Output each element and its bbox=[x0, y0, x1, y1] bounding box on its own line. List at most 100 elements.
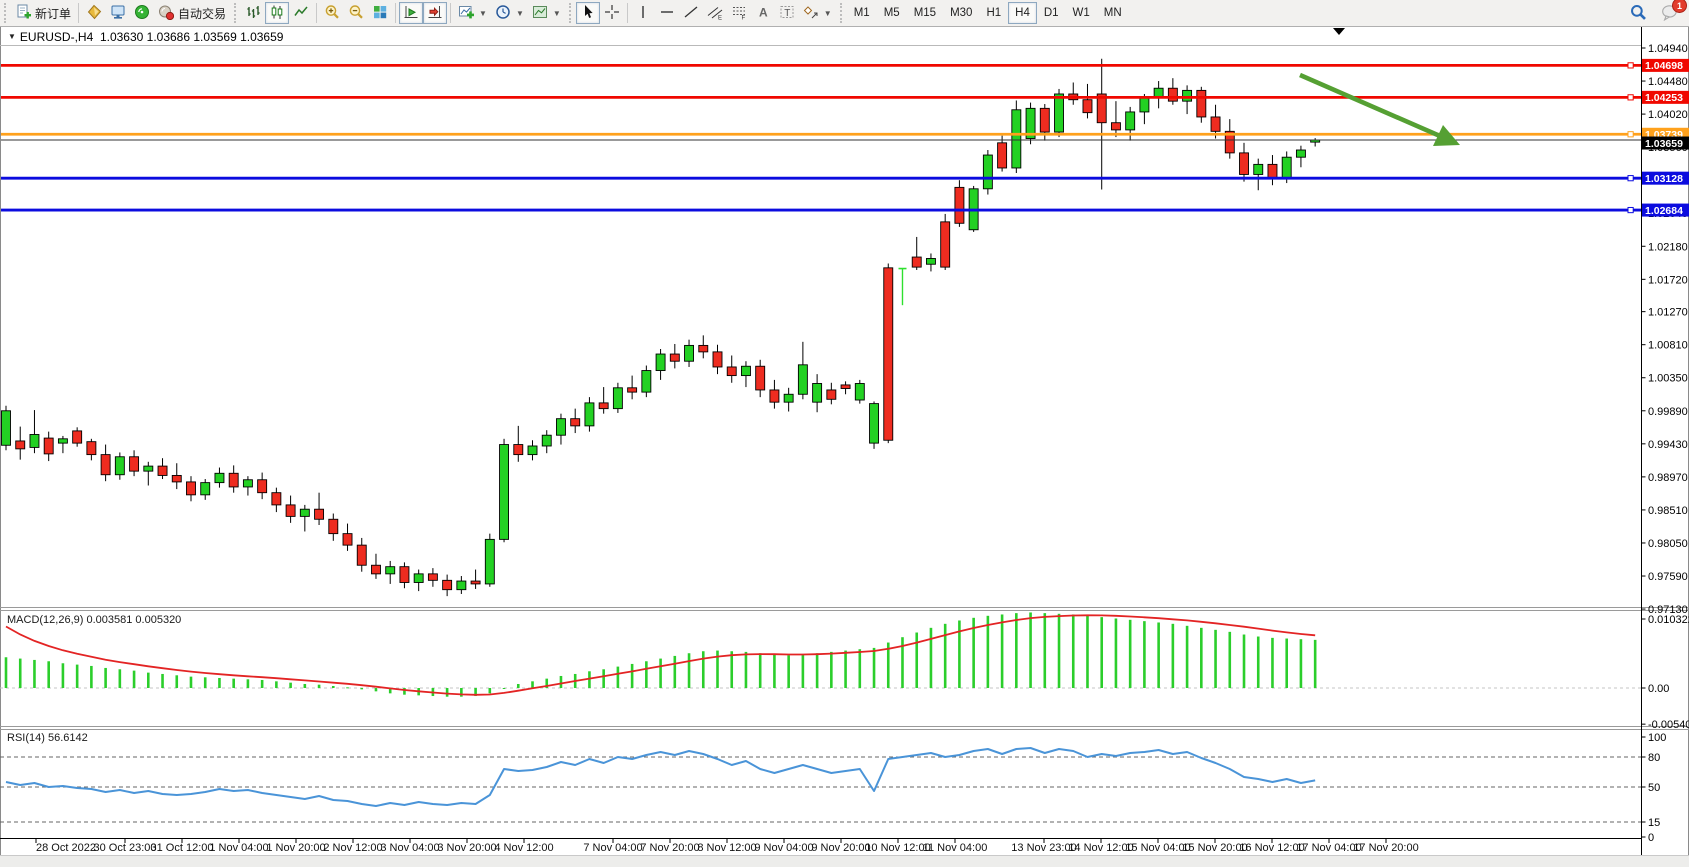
toolbar-grip[interactable] bbox=[4, 3, 6, 23]
time-axis-label: 17 Nov 20:00 bbox=[1353, 842, 1418, 854]
time-axis-label: 15 Nov 20:00 bbox=[1182, 842, 1247, 854]
line-handle[interactable] bbox=[1628, 207, 1633, 212]
time-axis-label: 7 Nov 20:00 bbox=[640, 842, 699, 854]
tile-windows-button[interactable] bbox=[368, 2, 392, 24]
candle bbox=[556, 419, 565, 436]
channel-tool-button[interactable]: E bbox=[703, 2, 727, 24]
charts-window-button[interactable] bbox=[106, 2, 130, 24]
timeframe-W1[interactable]: W1 bbox=[1066, 2, 1097, 24]
autotrade-icon bbox=[158, 4, 174, 23]
line-handle[interactable] bbox=[1628, 95, 1633, 100]
candle bbox=[229, 473, 238, 487]
candle bbox=[115, 457, 124, 475]
candle bbox=[727, 367, 736, 376]
candle bbox=[699, 345, 708, 351]
svg-text:F: F bbox=[741, 15, 745, 20]
timeframe-M5[interactable]: M5 bbox=[877, 2, 907, 24]
chevron-down-icon: ▼ bbox=[479, 9, 487, 18]
candle bbox=[471, 581, 480, 584]
text-label-tool-button[interactable]: T bbox=[775, 2, 799, 24]
timeframe-M1[interactable]: M1 bbox=[847, 2, 877, 24]
candle bbox=[528, 446, 537, 455]
monitor-icon bbox=[110, 4, 126, 23]
svg-text:1.04480: 1.04480 bbox=[1648, 76, 1688, 88]
macd-values: 0.003581 0.005320 bbox=[86, 614, 181, 626]
chart-shift-button[interactable] bbox=[423, 2, 447, 24]
separator bbox=[316, 3, 317, 23]
svg-text:1.04940: 1.04940 bbox=[1648, 43, 1688, 55]
candle bbox=[599, 403, 608, 409]
trendline-icon bbox=[683, 4, 699, 23]
fibonacci-tool-button[interactable]: F bbox=[727, 2, 751, 24]
auto-scroll-button[interactable] bbox=[399, 2, 423, 24]
candlestick-chart-type-button[interactable] bbox=[265, 2, 289, 24]
signals-button[interactable] bbox=[130, 2, 154, 24]
time-axis-label: 3 Nov 20:00 bbox=[437, 842, 496, 854]
periods-button[interactable]: ▼ bbox=[491, 2, 528, 24]
timeframe-M15[interactable]: M15 bbox=[907, 2, 943, 24]
candle bbox=[500, 445, 509, 540]
autotrade-button[interactable]: 自动交易 bbox=[154, 2, 230, 24]
line-handle[interactable] bbox=[1628, 176, 1633, 181]
search-button[interactable] bbox=[1625, 3, 1651, 25]
timeframe-H4[interactable]: H4 bbox=[1008, 2, 1037, 24]
zoom-in-button[interactable] bbox=[320, 2, 344, 24]
candle bbox=[329, 519, 338, 533]
candle bbox=[670, 354, 679, 361]
cursor-tool-button[interactable] bbox=[576, 2, 600, 24]
bar-chart-type-button[interactable] bbox=[241, 2, 265, 24]
candle bbox=[1055, 94, 1064, 132]
candle bbox=[656, 354, 665, 371]
horizontal-line-tool-button[interactable] bbox=[655, 2, 679, 24]
candle bbox=[258, 480, 267, 493]
candle bbox=[1254, 164, 1263, 174]
text-tool-button[interactable]: A bbox=[751, 2, 775, 24]
trendline-tool-button[interactable] bbox=[679, 2, 703, 24]
svg-text:0.00: 0.00 bbox=[1648, 683, 1669, 695]
crosshair-tool-button[interactable] bbox=[600, 2, 624, 24]
time-axis-label: 7 Nov 04:00 bbox=[583, 842, 642, 854]
candle bbox=[428, 574, 437, 580]
clock-icon bbox=[495, 4, 511, 23]
vertical-line-tool-button[interactable] bbox=[631, 2, 655, 24]
line-handle[interactable] bbox=[1628, 132, 1633, 137]
svg-text:0.010322: 0.010322 bbox=[1648, 614, 1689, 626]
timeframe-M30[interactable]: M30 bbox=[943, 2, 979, 24]
rsi-value: 56.6142 bbox=[48, 732, 88, 744]
rsi-indicator-label: RSI(14) 56.6142 bbox=[7, 732, 88, 744]
toolbar-grip[interactable] bbox=[840, 3, 842, 23]
candle bbox=[44, 438, 53, 454]
candle bbox=[998, 143, 1007, 168]
zoom-out-button[interactable] bbox=[344, 2, 368, 24]
candle bbox=[30, 434, 39, 447]
chart-menu-arrow-icon[interactable]: ▼ bbox=[8, 32, 16, 41]
candle bbox=[926, 258, 935, 264]
toolbar-grip[interactable] bbox=[569, 3, 571, 23]
timeframe-MN[interactable]: MN bbox=[1097, 2, 1129, 24]
svg-text:1.02180: 1.02180 bbox=[1648, 241, 1688, 253]
templates-button[interactable]: ▼ bbox=[528, 2, 565, 24]
time-axis-label: 3 Nov 04:00 bbox=[380, 842, 439, 854]
svg-text:E: E bbox=[718, 15, 722, 20]
candle bbox=[1296, 150, 1305, 157]
candle bbox=[87, 442, 96, 455]
candle bbox=[414, 574, 423, 583]
add-indicator-button[interactable]: ▼ bbox=[454, 2, 491, 24]
time-axis-label: 1 Nov 20:00 bbox=[266, 842, 325, 854]
separator bbox=[450, 3, 451, 23]
styles-palette-button[interactable] bbox=[82, 2, 106, 24]
timeframe-D1[interactable]: D1 bbox=[1037, 2, 1066, 24]
chart-canvas[interactable]: 1.049401.044801.040201.035601.031001.026… bbox=[0, 26, 1689, 867]
toolbar-grip[interactable] bbox=[234, 3, 236, 23]
new-order-button[interactable]: 新订单 bbox=[11, 2, 75, 24]
channel-icon: E bbox=[707, 4, 723, 23]
candle bbox=[571, 419, 580, 426]
line-handle[interactable] bbox=[1628, 63, 1633, 68]
shapes-tool-button[interactable]: ▼ bbox=[799, 2, 836, 24]
vertical-line-icon bbox=[635, 4, 651, 23]
line-chart-type-button[interactable] bbox=[289, 2, 313, 24]
chart-area[interactable]: 1.049401.044801.040201.035601.031001.026… bbox=[0, 26, 1689, 867]
symbol-ohlc-header[interactable]: ▼EURUSD-,H4 1.03630 1.03686 1.03569 1.03… bbox=[8, 30, 283, 44]
timeframe-H1[interactable]: H1 bbox=[979, 2, 1008, 24]
svg-text:0.98050: 0.98050 bbox=[1648, 538, 1688, 550]
